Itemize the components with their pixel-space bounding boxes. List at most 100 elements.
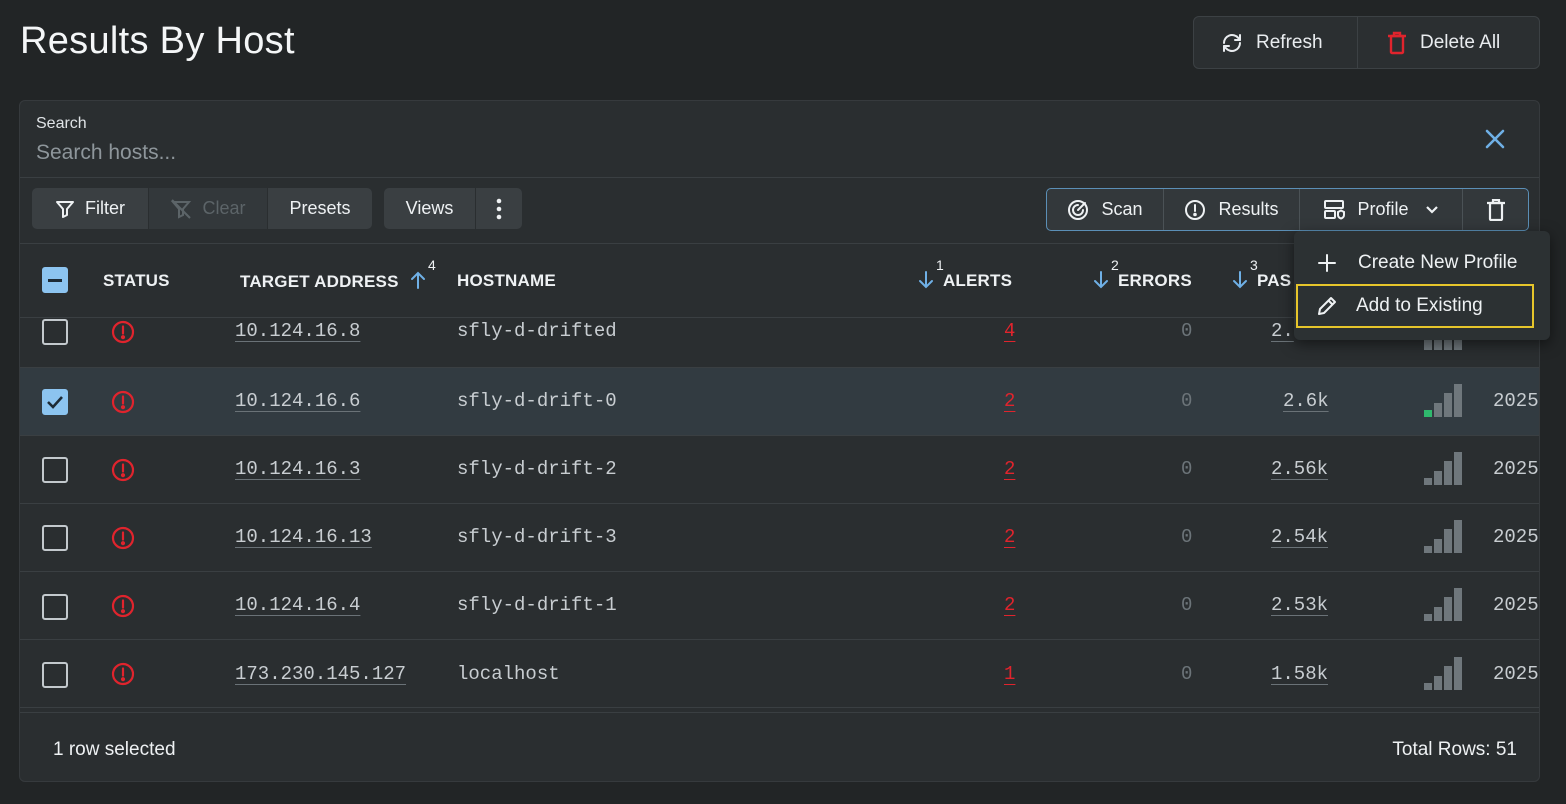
refresh-button[interactable]: Refresh <box>1194 17 1358 68</box>
errors-count: 0 <box>1181 458 1193 480</box>
add-to-existing-item[interactable]: Add to Existing <box>1296 284 1534 328</box>
clear-label: Clear <box>202 198 246 218</box>
results-panel: Search Filter Clear Presets Views <box>19 100 1540 782</box>
radar-icon <box>1068 199 1089 220</box>
checkmark-icon <box>47 396 63 409</box>
row-checkbox[interactable] <box>42 319 68 345</box>
alerts-count-link[interactable]: 2 <box>1004 390 1015 412</box>
delete-all-label: Delete All <box>1420 31 1501 53</box>
views-group: Views <box>384 188 522 229</box>
close-icon[interactable] <box>1483 127 1507 151</box>
hostname: localhost <box>457 663 560 685</box>
last-scan-date: 2025 <box>1493 390 1539 412</box>
indeterminate-icon <box>48 278 62 282</box>
target-address-link[interactable]: 10.124.16.13 <box>235 526 372 548</box>
trash-icon <box>1486 198 1505 221</box>
presets-button[interactable]: Presets <box>268 188 372 229</box>
top-actions: Refresh Delete All <box>1193 16 1540 69</box>
table-row[interactable]: 10.124.16.4 sfly-d-drift-1 2 0 2.53k 202… <box>20 572 1539 640</box>
column-label: ALERTS <box>942 271 1013 290</box>
refresh-label: Refresh <box>1256 31 1323 53</box>
table-row[interactable]: 10.124.16.6 sfly-d-drift-0 2 0 2.6k 2025 <box>20 368 1539 436</box>
presets-label: Presets <box>289 198 351 218</box>
passes-count-link[interactable]: 2.54k <box>1271 526 1328 548</box>
target-address-link[interactable]: 10.124.16.6 <box>235 390 360 412</box>
target-address-link[interactable]: 10.124.16.3 <box>235 458 360 480</box>
delete-all-button[interactable]: Delete All <box>1358 17 1539 68</box>
kebab-icon <box>496 198 502 219</box>
target-address-link[interactable]: 10.124.16.4 <box>235 594 360 616</box>
passes-count-link[interactable]: 2. <box>1271 320 1294 342</box>
arrow-up-icon <box>410 271 425 289</box>
server-shield-icon <box>1324 199 1346 220</box>
filter-icon <box>56 200 74 218</box>
target-address-link[interactable]: 173.230.145.127 <box>235 663 406 685</box>
search-label: Search <box>36 115 87 132</box>
page-title: Results By Host <box>20 20 295 62</box>
signal-strength-icon <box>1424 383 1466 417</box>
column-label: PAS <box>1256 271 1292 290</box>
results-label: Results <box>1218 199 1279 219</box>
delete-selected-button[interactable] <box>1463 189 1528 230</box>
passes-count-link[interactable]: 1.58k <box>1271 663 1328 685</box>
alerts-count-link[interactable]: 4 <box>1004 320 1015 342</box>
passes-count-link[interactable]: 2.53k <box>1271 594 1328 616</box>
row-checkbox[interactable] <box>42 594 68 620</box>
error-status-icon <box>111 390 135 414</box>
profile-dropdown-button[interactable]: Profile <box>1300 189 1463 230</box>
sort-order-badge: 2 <box>1111 257 1119 273</box>
views-button[interactable]: Views <box>384 188 476 229</box>
menu-item-label: Create New Profile <box>1358 252 1518 273</box>
select-all-checkbox[interactable] <box>42 267 68 293</box>
profile-label: Profile <box>1357 199 1409 219</box>
table-row[interactable]: 173.230.145.127 localhost 1 0 1.58k 2025 <box>20 640 1539 708</box>
column-header-status[interactable]: STATUS <box>103 271 170 291</box>
hostname: sfly-d-drift-3 <box>457 526 617 548</box>
filter-off-icon <box>171 198 192 219</box>
sort-order-badge: 4 <box>428 257 436 273</box>
table-body: 10.124.16.8 sfly-d-drifted 4 0 2. 10.124… <box>20 318 1539 712</box>
row-checkbox[interactable] <box>42 457 68 483</box>
target-address-link[interactable]: 10.124.16.8 <box>235 320 360 342</box>
clear-filter-button[interactable]: Clear <box>149 188 268 229</box>
create-new-profile-item[interactable]: Create New Profile <box>1296 241 1548 285</box>
column-header-alerts[interactable]: 1 ALERTS <box>918 257 1013 291</box>
search-input[interactable] <box>36 139 1436 167</box>
plus-icon <box>1318 254 1336 272</box>
trash-icon <box>1388 31 1406 54</box>
row-checkbox[interactable] <box>42 525 68 551</box>
passes-count-link[interactable]: 2.56k <box>1271 458 1328 480</box>
arrow-down-icon <box>1233 271 1247 289</box>
total-rows: Total Rows: 51 <box>1392 739 1517 760</box>
row-checkbox[interactable] <box>42 662 68 688</box>
error-status-icon <box>111 662 135 686</box>
table-footer: 1 row selected Total Rows: 51 <box>20 712 1539 781</box>
column-header-passes[interactable]: 3 PAS <box>1232 257 1292 291</box>
scan-label: Scan <box>1101 199 1143 219</box>
table-row[interactable]: 10.124.16.13 sfly-d-drift-3 2 0 2.54k 20… <box>20 504 1539 572</box>
column-header-errors[interactable]: 2 ERRORS <box>1093 257 1192 291</box>
alerts-count-link[interactable]: 2 <box>1004 526 1015 548</box>
last-scan-date: 2025 <box>1493 594 1539 616</box>
scan-button[interactable]: Scan <box>1047 189 1164 230</box>
alerts-count-link[interactable]: 1 <box>1004 663 1015 685</box>
last-scan-date: 2025 <box>1493 458 1539 480</box>
alerts-count-link[interactable]: 2 <box>1004 458 1015 480</box>
results-button[interactable]: Results <box>1164 189 1300 230</box>
table-row[interactable]: 10.124.16.3 sfly-d-drift-2 2 0 2.56k 202… <box>20 436 1539 504</box>
errors-count: 0 <box>1181 390 1193 412</box>
filter-button[interactable]: Filter <box>32 188 149 229</box>
alerts-count-link[interactable]: 2 <box>1004 594 1015 616</box>
signal-strength-icon <box>1424 519 1466 553</box>
column-header-hostname[interactable]: HOSTNAME <box>457 271 556 291</box>
column-header-target[interactable]: TARGET ADDRESS 4 <box>240 257 436 292</box>
row-checkbox[interactable] <box>42 389 68 415</box>
arrow-down-icon <box>919 271 933 289</box>
more-options-button[interactable] <box>476 188 522 229</box>
pencil-icon <box>1318 297 1336 315</box>
signal-strength-icon <box>1424 656 1466 690</box>
passes-count-link[interactable]: 2.6k <box>1283 390 1329 412</box>
error-status-icon <box>111 594 135 618</box>
search-area: Search <box>20 101 1539 178</box>
sort-order-badge: 1 <box>936 257 944 273</box>
